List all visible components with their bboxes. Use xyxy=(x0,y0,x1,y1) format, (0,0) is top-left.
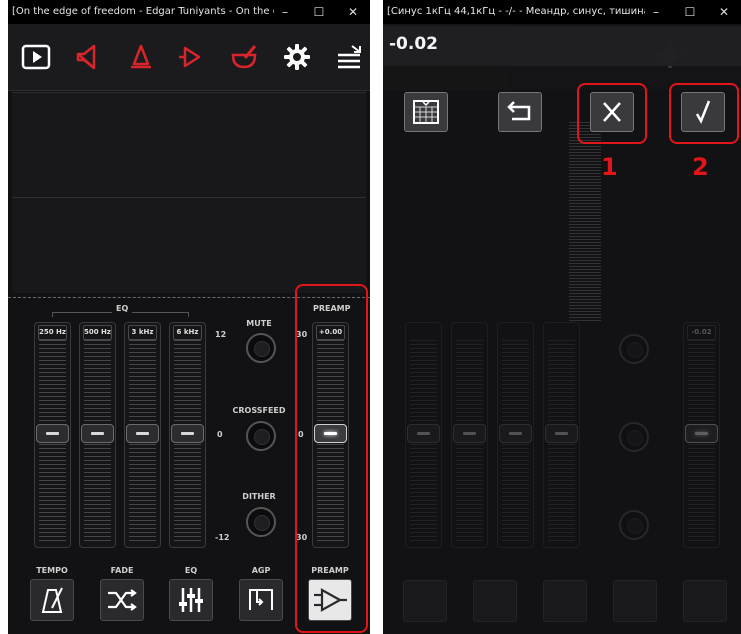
dither-label: DITHER xyxy=(242,492,276,501)
dim-preamp-value: -0.02 xyxy=(687,325,716,340)
fader-knob[interactable] xyxy=(126,424,159,443)
crossfeed-toggle[interactable] xyxy=(246,421,276,451)
scale-mid: 0 xyxy=(217,430,223,439)
eq-fader-500[interactable]: 500 Hz xyxy=(79,322,116,548)
visualizer-area xyxy=(12,92,366,293)
preamp-value-input[interactable]: -0.02 xyxy=(389,34,438,54)
fader-knob[interactable] xyxy=(171,424,204,443)
play-icon[interactable] xyxy=(19,40,53,74)
window-title: [On the edge of freedom - Edgar Tuniyant… xyxy=(12,6,274,17)
agp-button[interactable] xyxy=(239,579,283,621)
eq-button[interactable] xyxy=(169,579,213,621)
left-window: [On the edge of freedom - Edgar Tuniyant… xyxy=(8,0,370,634)
agp-icon xyxy=(249,589,273,610)
fade-button[interactable] xyxy=(100,579,144,621)
fade-label: FADE xyxy=(110,566,134,575)
right-window: [Синус 1кГц 44,1кГц - -/- - Меандр, сину… xyxy=(383,0,741,634)
mortar-icon[interactable] xyxy=(227,40,261,74)
dither-toggle[interactable] xyxy=(246,507,276,537)
speaker-icon[interactable] xyxy=(72,40,106,74)
bell-icon[interactable] xyxy=(124,40,158,74)
fader-knob[interactable] xyxy=(36,424,69,443)
undo-button[interactable] xyxy=(498,92,542,132)
eq-fader-250[interactable]: 250 Hz xyxy=(34,322,71,548)
title-bar: [Синус 1кГц 44,1кГц - -/- - Меандр, сину… xyxy=(383,0,741,24)
maximize-button[interactable]: ☐ xyxy=(673,0,707,24)
maximize-button[interactable]: ☐ xyxy=(302,0,336,24)
eq-title: EQ xyxy=(112,304,133,313)
close-window-button[interactable]: ✕ xyxy=(707,0,741,24)
tempo-label: TEMPO xyxy=(36,566,68,575)
minimize-button[interactable]: – xyxy=(268,0,302,24)
band-label: 500 Hz xyxy=(83,325,112,340)
mute-label: MUTE xyxy=(246,319,272,328)
shuffle-icon xyxy=(108,589,137,611)
mute-toggle[interactable] xyxy=(246,333,276,363)
close-window-button[interactable]: ✕ xyxy=(336,0,370,24)
callout-1: 1 xyxy=(601,153,618,181)
eq-sliders-icon xyxy=(179,588,203,612)
menu-icon[interactable] xyxy=(332,40,366,74)
callout-2: 2 xyxy=(692,153,709,181)
tempo-icon xyxy=(41,587,63,613)
band-label: 250 Hz xyxy=(38,325,67,340)
gear-icon[interactable] xyxy=(280,40,314,74)
undo-icon xyxy=(507,101,531,121)
eq-fader-3k[interactable]: 3 kHz xyxy=(124,322,161,548)
agp-label: AGP xyxy=(251,566,271,575)
band-label: 3 kHz xyxy=(128,325,157,340)
effects-icon[interactable] xyxy=(175,40,209,74)
keyboard-button[interactable] xyxy=(404,92,448,132)
preamp-highlight xyxy=(295,284,368,633)
keyboard-icon xyxy=(413,100,439,124)
scale-top: 12 xyxy=(215,330,227,339)
confirm-highlight xyxy=(669,83,739,144)
crossfeed-label: CROSSFEED xyxy=(232,406,286,415)
eq-label: EQ xyxy=(184,566,198,575)
cancel-highlight xyxy=(577,83,647,144)
title-bar: [On the edge of freedom - Edgar Tuniyant… xyxy=(8,0,370,24)
minimize-button[interactable]: – xyxy=(639,0,673,24)
fader-knob[interactable] xyxy=(81,424,114,443)
band-label: 6 kHz xyxy=(173,325,202,340)
toolbar xyxy=(8,24,370,91)
level-meter xyxy=(569,122,601,322)
scale-bottom: -12 xyxy=(215,533,230,542)
value-entry-bar: -0.02 xyxy=(383,26,741,66)
eq-fader-6k[interactable]: 6 kHz xyxy=(169,322,206,548)
window-title: [Синус 1кГц 44,1кГц - -/- - Меандр, сину… xyxy=(387,6,645,17)
tempo-button[interactable] xyxy=(30,579,74,621)
